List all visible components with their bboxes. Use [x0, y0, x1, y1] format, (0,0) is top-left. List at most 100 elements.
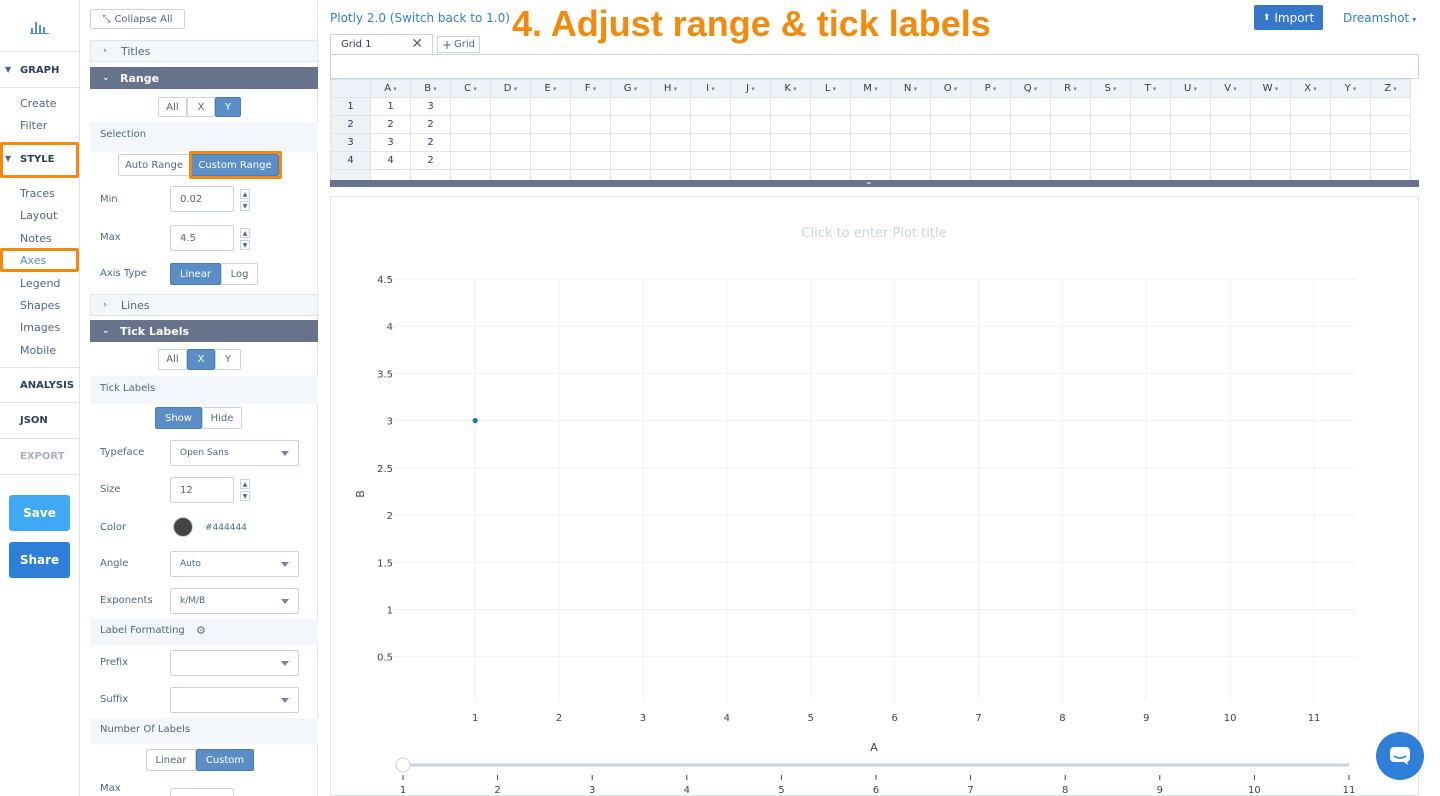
grid-cell[interactable] — [1170, 169, 1211, 180]
grid-cell[interactable] — [610, 115, 651, 134]
grid-cell[interactable] — [690, 115, 731, 134]
grid-cell[interactable] — [1290, 115, 1331, 134]
nav-traces[interactable]: Traces — [20, 187, 55, 200]
grid-col-header[interactable]: U ▾ — [1170, 79, 1211, 98]
grid-cell[interactable] — [690, 97, 731, 116]
grid-corner[interactable] — [330, 79, 371, 98]
grid-cell[interactable] — [530, 151, 571, 170]
col-menu-icon[interactable]: ▾ — [911, 85, 918, 93]
col-menu-icon[interactable]: ▾ — [511, 85, 518, 93]
grid-cell[interactable] — [1250, 97, 1291, 116]
grid-cell[interactable] — [1050, 97, 1091, 116]
grid-cell[interactable] — [1050, 151, 1091, 170]
grid-cell[interactable] — [1250, 151, 1291, 170]
grid-col-header[interactable]: E ▾ — [530, 79, 571, 98]
grid-cell[interactable] — [450, 115, 491, 134]
tick-axis-x[interactable]: X — [187, 349, 215, 370]
grid-cell[interactable] — [850, 151, 891, 170]
col-menu-icon[interactable]: ▾ — [471, 85, 477, 93]
grid-col-header[interactable]: I ▾ — [690, 79, 731, 98]
grid-col-header[interactable]: J ▾ — [730, 79, 771, 98]
x-axis-title[interactable]: A — [870, 741, 878, 754]
auto-range-button[interactable]: Auto Range — [118, 154, 190, 176]
col-menu-icon[interactable]: ▾ — [1111, 85, 1117, 93]
grid-cell[interactable] — [770, 133, 811, 152]
grid-cell[interactable] — [730, 169, 771, 180]
resize-handle-icon[interactable]: ═ — [867, 180, 871, 187]
grid-cell[interactable]: 2 — [410, 115, 451, 134]
user-menu[interactable]: Dreamshot ▾ — [1343, 11, 1416, 25]
grid-cell[interactable] — [890, 115, 931, 134]
max-up-icon[interactable]: ▲ — [240, 228, 250, 238]
grid-cell[interactable] — [450, 97, 491, 116]
range-slider-handle[interactable] — [395, 757, 411, 773]
col-menu-icon[interactable]: ▾ — [709, 85, 715, 93]
grid-cell[interactable] — [570, 97, 611, 116]
grid-cell[interactable] — [1130, 169, 1171, 180]
grid-cell[interactable] — [1210, 115, 1251, 134]
grid-col-header[interactable]: R ▾ — [1050, 79, 1091, 98]
grid-cell[interactable] — [930, 115, 971, 134]
row-number[interactable]: 1 — [330, 97, 371, 116]
import-button[interactable]: ⬆ Import — [1254, 5, 1323, 30]
grid-cell[interactable] — [1130, 115, 1171, 134]
grid-cell[interactable] — [570, 133, 611, 152]
col-menu-icon[interactable]: ▾ — [1273, 85, 1279, 93]
grid-cell[interactable] — [890, 133, 931, 152]
grid-col-header[interactable]: G ▾ — [610, 79, 651, 98]
grid-cell[interactable] — [730, 115, 771, 134]
col-menu-icon[interactable]: ▾ — [1151, 85, 1157, 93]
grid-col-header[interactable]: F ▾ — [570, 79, 611, 98]
grid-cell[interactable] — [1210, 169, 1251, 180]
grid-cell[interactable] — [1290, 169, 1331, 180]
num-labels-linear[interactable]: Linear — [146, 749, 196, 771]
plotly-version-link[interactable]: Plotly 2.0 (Switch back to 1.0) — [330, 11, 510, 25]
grid-cell[interactable] — [930, 151, 971, 170]
exponents-select[interactable]: k/M/B — [170, 588, 299, 614]
grid-cell[interactable] — [730, 133, 771, 152]
row-number[interactable]: 2 — [330, 115, 371, 134]
min-up-icon[interactable]: ▲ — [240, 189, 250, 199]
nav-create[interactable]: Create — [20, 97, 57, 110]
col-menu-icon[interactable]: ▾ — [1231, 85, 1237, 93]
size-input[interactable]: 12 — [170, 477, 234, 503]
grid-cell[interactable] — [650, 115, 691, 134]
grid-cell[interactable] — [810, 115, 851, 134]
grid-cell[interactable] — [850, 133, 891, 152]
range-axis-x[interactable]: X — [187, 97, 215, 117]
grid-cell[interactable] — [490, 115, 531, 134]
grid-cell[interactable] — [810, 97, 851, 116]
grid-cell[interactable] — [1250, 133, 1291, 152]
grid-cell[interactable] — [1330, 97, 1371, 116]
grid-cell[interactable] — [1330, 169, 1371, 180]
grid-cell[interactable] — [850, 115, 891, 134]
grid-cell[interactable] — [1210, 97, 1251, 116]
col-menu-icon[interactable]: ▾ — [551, 85, 557, 93]
col-menu-icon[interactable]: ▾ — [1071, 85, 1077, 93]
tick-axis-all[interactable]: All — [158, 349, 187, 370]
grid-cell[interactable] — [1170, 151, 1211, 170]
tick-labels-fold[interactable]: ⌄ Tick Labels — [90, 320, 318, 342]
grid-col-header[interactable]: H ▾ — [650, 79, 691, 98]
col-menu-icon[interactable]: ▾ — [749, 85, 755, 93]
col-menu-icon[interactable]: ▾ — [791, 85, 797, 93]
grid-cell[interactable] — [970, 169, 1011, 180]
axis-type-log[interactable]: Log — [221, 263, 258, 285]
grid-cell[interactable] — [1010, 97, 1051, 116]
col-menu-icon[interactable]: ▾ — [671, 85, 678, 93]
nav-analysis[interactable]: ANALYSIS — [0, 367, 79, 403]
grid-cell[interactable] — [1130, 97, 1171, 116]
formula-bar[interactable] — [330, 54, 1419, 78]
col-menu-icon[interactable]: ▾ — [1032, 85, 1038, 93]
col-menu-icon[interactable]: ▾ — [391, 85, 397, 93]
tick-show-button[interactable]: Show — [155, 407, 202, 429]
grid-cell[interactable]: 2 — [410, 151, 451, 170]
data-point[interactable] — [472, 418, 478, 424]
grid-cell[interactable] — [850, 97, 891, 116]
nav-legend[interactable]: Legend — [20, 277, 60, 290]
col-menu-icon[interactable]: ▾ — [431, 85, 437, 93]
grid-cell[interactable] — [1370, 151, 1411, 170]
grid-cell[interactable] — [850, 169, 891, 180]
grid-cell[interactable] — [1330, 133, 1371, 152]
grid-cell[interactable] — [1250, 169, 1291, 180]
